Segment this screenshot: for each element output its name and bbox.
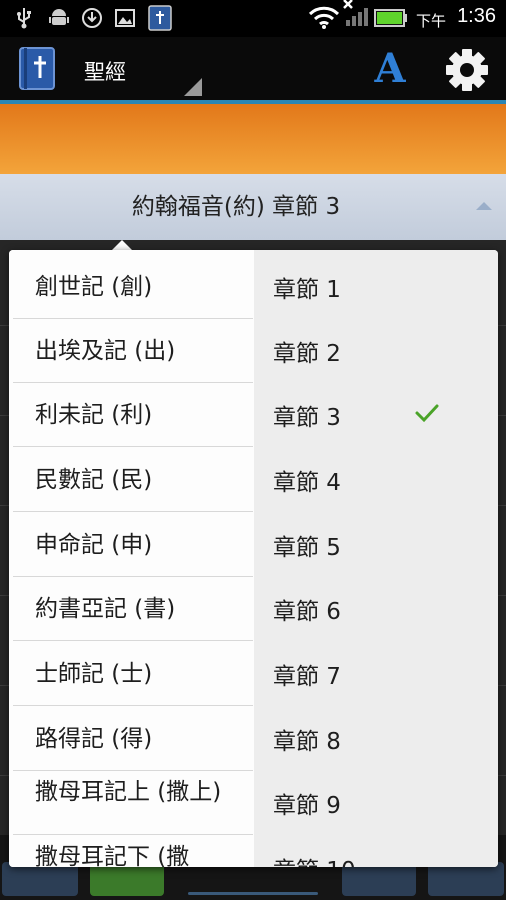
- book-item[interactable]: 路得記 (得): [13, 707, 253, 771]
- action-bar: [0, 37, 506, 100]
- chapter-item[interactable]: 章節 4: [254, 448, 498, 512]
- chapter-item-selected[interactable]: 章節 3: [254, 383, 498, 447]
- chapter-item[interactable]: 章節 9: [254, 771, 498, 835]
- chapter-item[interactable]: 章節 5: [254, 513, 498, 577]
- android-icon: [48, 7, 70, 29]
- signal-icon: [342, 0, 372, 26]
- status-bar: 下午 1:36: [0, 0, 506, 37]
- orange-banner: [0, 104, 506, 174]
- previous-button[interactable]: [342, 862, 416, 896]
- book-item[interactable]: 士師記 (士): [13, 642, 253, 706]
- book-item[interactable]: 利未記 (利): [13, 383, 253, 447]
- confirm-button[interactable]: [90, 862, 164, 896]
- chapter-item[interactable]: 章節 1: [254, 255, 498, 319]
- book-item[interactable]: 撒母耳記下 (撒: [13, 836, 253, 867]
- usb-icon: [14, 7, 34, 29]
- book-chapter-picker: 創世記 (創) 出埃及記 (出) 利未記 (利) 民數記 (民) 申命記 (申)…: [9, 250, 498, 867]
- battery-icon: [374, 7, 408, 29]
- clock-time: 1:36: [457, 5, 496, 27]
- download-icon: [81, 7, 103, 29]
- book-item[interactable]: 創世記 (創): [13, 255, 253, 319]
- wifi-icon: [308, 6, 340, 29]
- chapter-item[interactable]: 章節 8: [254, 707, 498, 771]
- image-icon: [114, 7, 136, 29]
- book-item[interactable]: 申命記 (申): [13, 513, 253, 577]
- chapter-item[interactable]: 章節 10: [254, 836, 498, 867]
- chapter-item[interactable]: 章節 2: [254, 319, 498, 383]
- book-list[interactable]: 創世記 (創) 出埃及記 (出) 利未記 (利) 民數記 (民) 申命記 (申)…: [9, 250, 253, 867]
- chapter-header[interactable]: 約翰福音(約) 章節 3: [0, 174, 506, 240]
- bible-notification-icon: [148, 5, 172, 31]
- edit-button[interactable]: [2, 862, 78, 896]
- chapter-header-title[interactable]: 約翰福音(約) 章節 3: [0, 174, 472, 240]
- book-item[interactable]: 民數記 (民): [13, 448, 253, 512]
- bible-app-icon[interactable]: [18, 47, 58, 91]
- app-title[interactable]: 聖經: [84, 56, 126, 86]
- collapse-arrow-icon[interactable]: [476, 202, 492, 210]
- chapter-list[interactable]: 章節 1 章節 2 章節 3 章節 4 章節 5 章節 6 章節 7 章節 8 …: [254, 250, 498, 867]
- next-button[interactable]: [428, 862, 504, 896]
- chapter-item[interactable]: 章節 7: [254, 642, 498, 706]
- chapter-item[interactable]: 章節 6: [254, 577, 498, 641]
- popup-pointer: [112, 240, 132, 250]
- book-item[interactable]: 約書亞記 (書): [13, 577, 253, 641]
- checkmark-icon: [413, 399, 441, 427]
- book-item[interactable]: 出埃及記 (出): [13, 319, 253, 383]
- settings-gear-icon[interactable]: [444, 47, 490, 93]
- book-item[interactable]: 撒母耳記上 (撒上): [13, 771, 253, 835]
- page-indicator: [188, 892, 318, 895]
- clock-ampm: 下午: [415, 12, 446, 30]
- font-size-button[interactable]: A: [368, 46, 412, 92]
- title-dropdown-indicator: [184, 78, 202, 96]
